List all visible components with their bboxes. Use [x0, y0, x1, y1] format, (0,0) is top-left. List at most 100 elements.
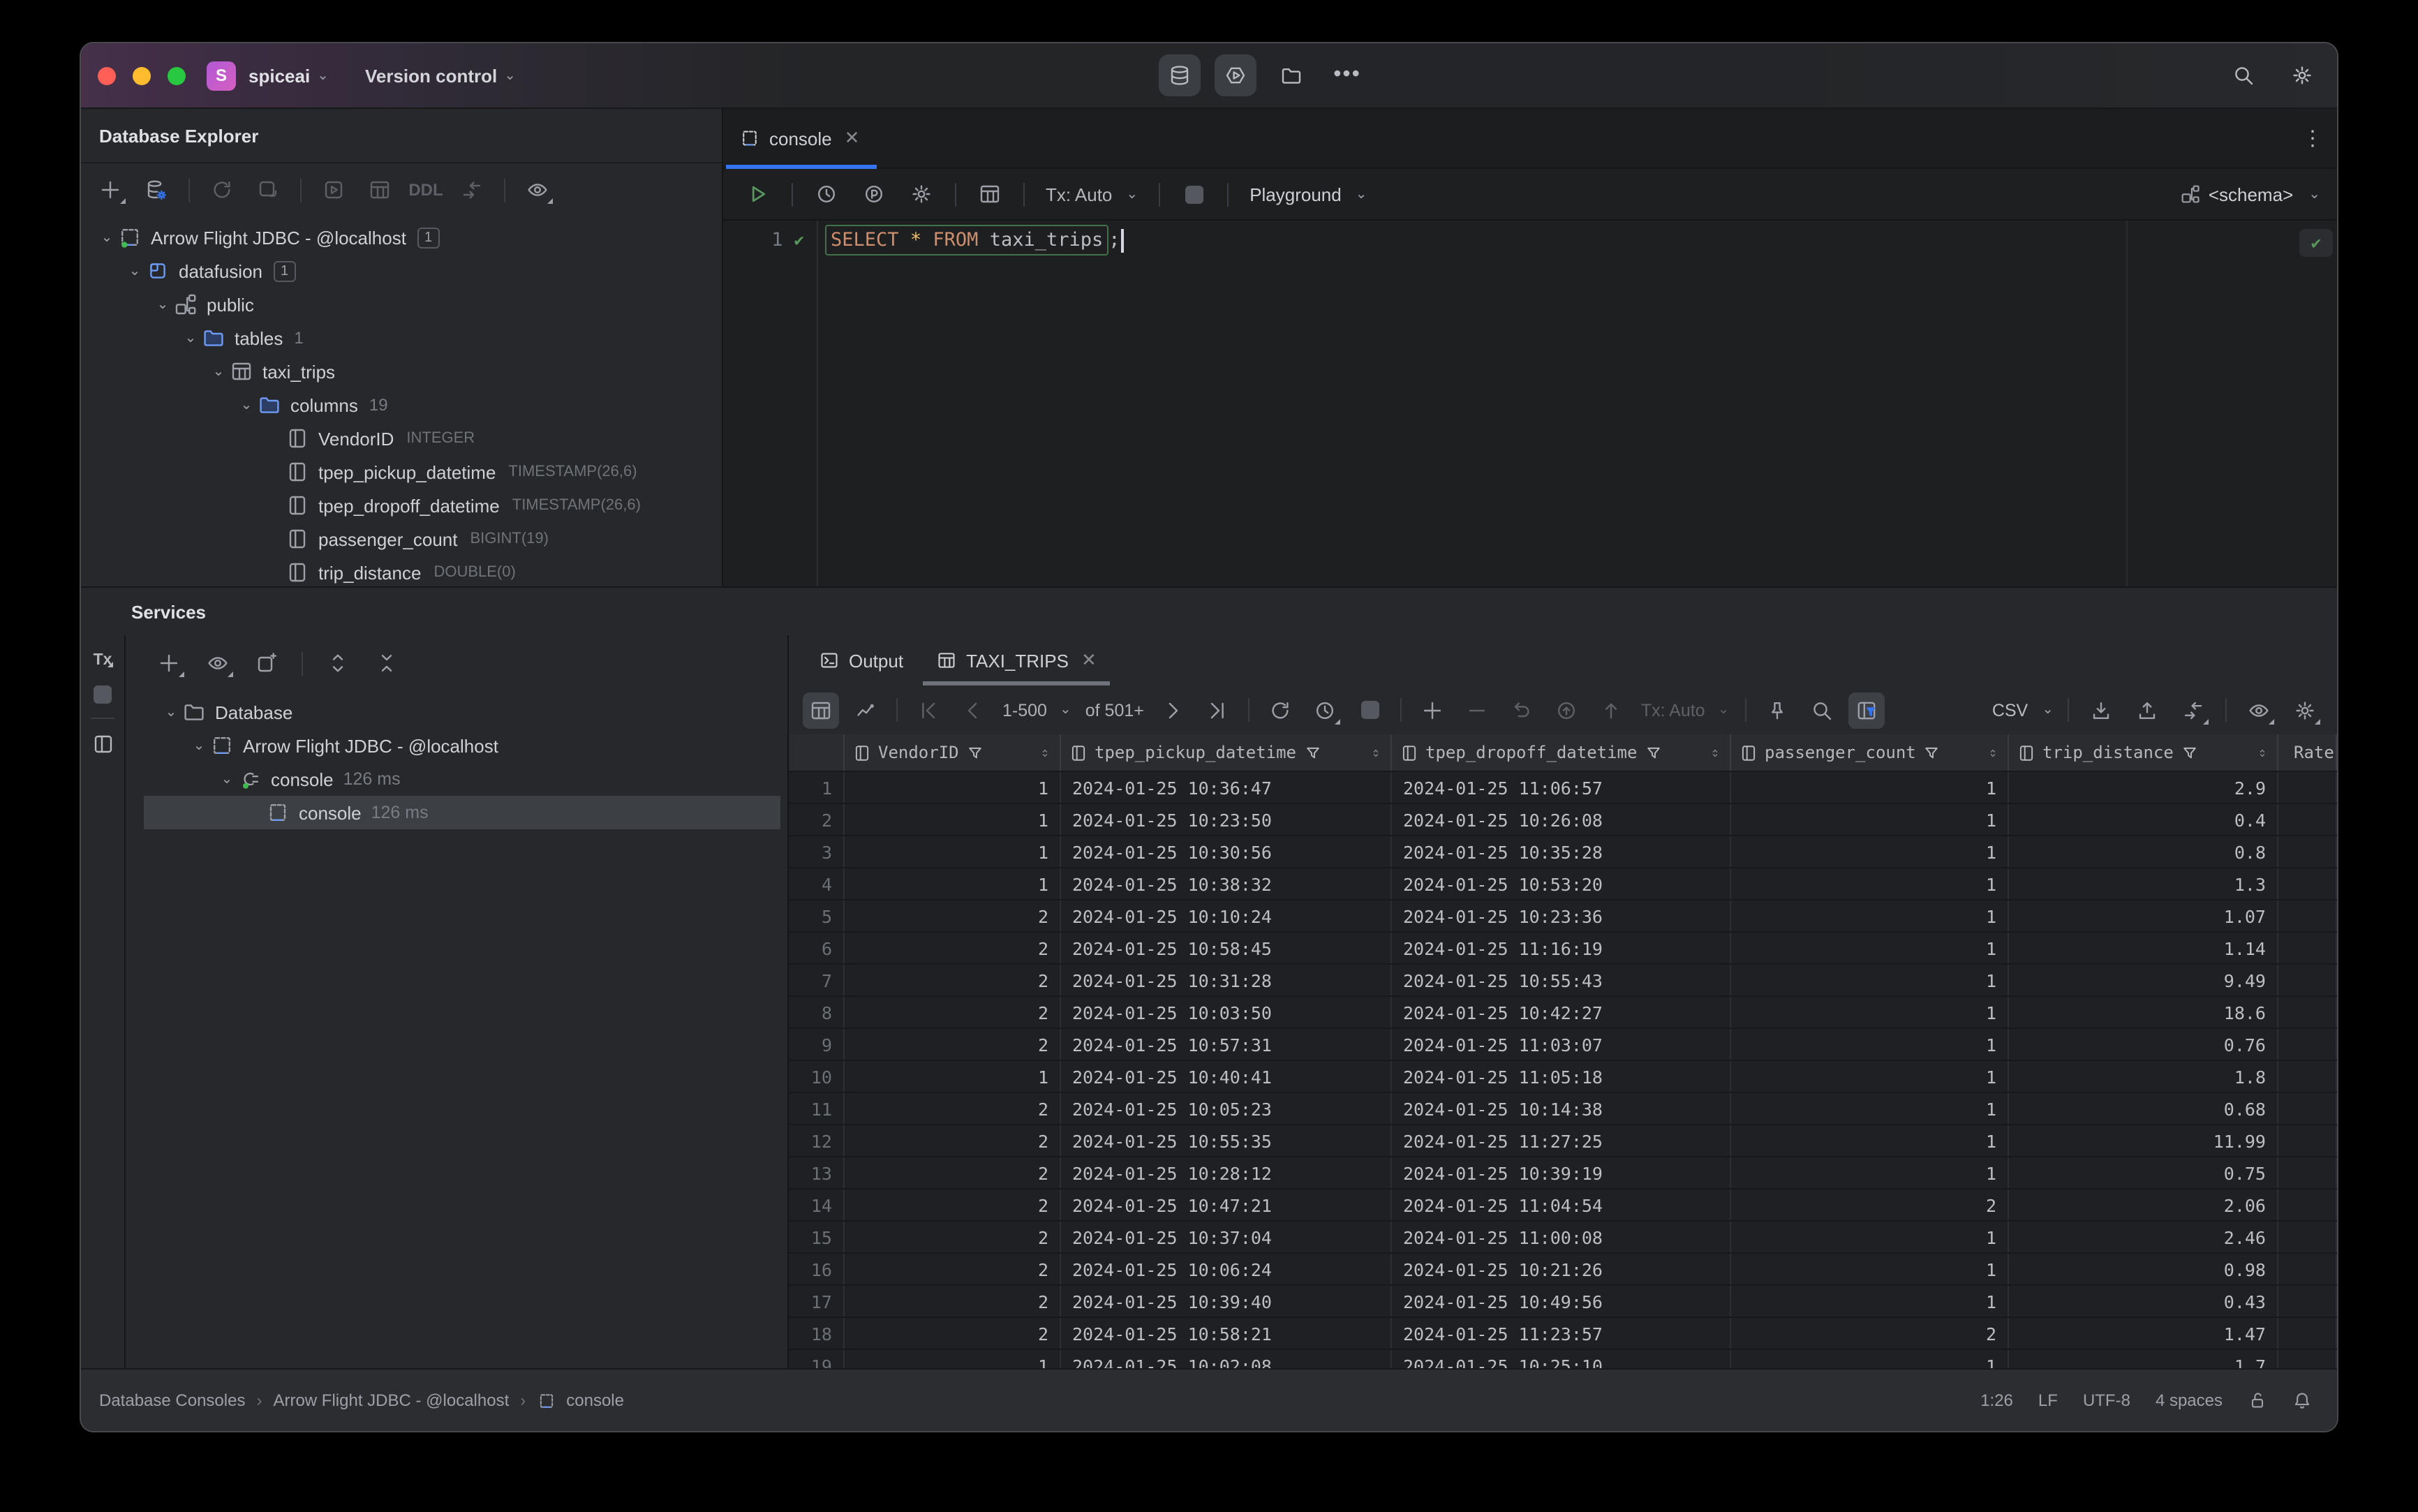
row-number-cell[interactable]: 12 — [789, 1125, 845, 1156]
table-cell[interactable]: 2024-01-25 10:55:43 — [1392, 965, 1731, 995]
caret-position-widget[interactable]: 1:26 — [1980, 1391, 2013, 1410]
table-cell[interactable] — [2278, 900, 2337, 931]
filter-panel-toggle[interactable] — [1848, 692, 1885, 728]
table-cell[interactable]: 1 — [1731, 1222, 2009, 1252]
chevron-down-icon[interactable]: ⌄ — [187, 738, 211, 753]
table-row[interactable]: 9 2 2024-01-25 10:57:31 2024-01-25 11:03:07… — [789, 1029, 2337, 1061]
table-cell[interactable]: 2024-01-25 11:23:57 — [1392, 1318, 1731, 1349]
column-header-passenger-count[interactable]: passenger_count — [1731, 734, 2009, 771]
chevron-down-icon[interactable]: ⌄ — [207, 364, 230, 379]
table-cell[interactable]: 2 — [845, 1093, 1061, 1124]
sql-line[interactable]: SELECT * FROM taxi_trips; — [825, 225, 2337, 255]
tab-output[interactable]: Output — [806, 635, 917, 685]
table-cell[interactable]: 2024-01-25 10:23:36 — [1392, 900, 1731, 931]
table-cell[interactable]: 2024-01-25 10:35:28 — [1392, 836, 1731, 867]
table-cell[interactable] — [2278, 1350, 2337, 1368]
export-data-button[interactable] — [2175, 692, 2211, 728]
project-name[interactable]: spiceai — [249, 65, 310, 86]
table-row[interactable]: 10 1 2024-01-25 10:40:41 2024-01-25 11:05:1… — [789, 1061, 2337, 1093]
table-cell[interactable] — [2278, 1254, 2337, 1284]
project-structure-button[interactable] — [1270, 54, 1312, 96]
search-everywhere-button[interactable] — [2223, 54, 2264, 96]
row-number-cell[interactable]: 8 — [789, 997, 845, 1028]
jump-to-console-button[interactable] — [316, 172, 352, 208]
table-row[interactable]: 18 2 2024-01-25 10:58:21 2024-01-25 11:23:5… — [789, 1318, 2337, 1350]
tab-taxi-trips[interactable]: TAXI_TRIPS ✕ — [923, 635, 1111, 685]
table-cell[interactable]: 2024-01-25 10:36:47 — [1061, 772, 1392, 803]
table-cell[interactable]: 2024-01-25 10:05:23 — [1061, 1093, 1392, 1124]
table-cell[interactable]: 1 — [845, 772, 1061, 803]
table-cell[interactable]: 2024-01-25 10:49:56 — [1392, 1286, 1731, 1317]
row-number-cell[interactable]: 18 — [789, 1318, 845, 1349]
bell-icon[interactable] — [2292, 1391, 2312, 1410]
table-cell[interactable]: 2 — [845, 1318, 1061, 1349]
tree-item-trip-distance[interactable]: trip_distance DOUBLE(0) — [81, 556, 722, 586]
table-cell[interactable]: 0.4 — [2009, 804, 2278, 835]
table-cell[interactable]: 2024-01-25 10:53:20 — [1392, 868, 1731, 899]
tree-item-vendorid[interactable]: VendorID INTEGER — [81, 422, 722, 455]
table-cell[interactable]: 2024-01-25 11:16:19 — [1392, 933, 1731, 963]
table-cell[interactable]: 2 — [845, 1125, 1061, 1156]
table-cell[interactable]: 0.43 — [2009, 1286, 2278, 1317]
refresh-button[interactable] — [204, 172, 240, 208]
chevron-down-icon[interactable]: ⌄ — [235, 397, 258, 413]
sort-icon[interactable] — [1709, 743, 1721, 762]
table-cell[interactable]: 1 — [1731, 997, 2009, 1028]
table-cell[interactable]: 2024-01-25 10:40:41 — [1061, 1061, 1392, 1092]
line-separator-widget[interactable]: LF — [2038, 1391, 2058, 1410]
table-cell[interactable]: 1.47 — [2009, 1318, 2278, 1349]
table-cell[interactable]: 11.99 — [2009, 1125, 2278, 1156]
table-cell[interactable] — [2278, 1093, 2337, 1124]
table-cell[interactable] — [2278, 1286, 2337, 1317]
stop-icon[interactable] — [94, 685, 112, 704]
table-cell[interactable]: 1.07 — [2009, 900, 2278, 931]
tree-item-public[interactable]: ⌄ public — [81, 288, 722, 321]
table-cell[interactable]: 0.98 — [2009, 1254, 2278, 1284]
chart-view-toggle[interactable] — [847, 692, 884, 728]
column-header-rate[interactable]: Rate — [2278, 734, 2337, 771]
table-cell[interactable]: 2024-01-25 11:27:25 — [1392, 1125, 1731, 1156]
layout-icon[interactable] — [91, 733, 114, 755]
grid-corner-cell[interactable] — [789, 734, 845, 771]
tree-item-tables[interactable]: ⌄ tables 1 — [81, 321, 722, 355]
export-format-dropdown[interactable]: CSV ⌄ — [1992, 700, 2054, 720]
column-header-tpep-dropoff-datetime[interactable]: tpep_dropoff_datetime — [1392, 734, 1731, 771]
grid-tx-dropdown[interactable]: Tx: Auto ⌄ — [1638, 700, 1733, 720]
table-cell[interactable]: 2 — [845, 997, 1061, 1028]
breadcrumb-item[interactable]: Database Consoles — [99, 1391, 245, 1410]
row-number-cell[interactable]: 14 — [789, 1189, 845, 1220]
table-cell[interactable]: 0.75 — [2009, 1157, 2278, 1188]
page-range-dropdown[interactable]: 1-500 ⌄ — [1000, 700, 1074, 720]
table-row[interactable]: 1 1 2024-01-25 10:36:47 2024-01-25 11:06:57… — [789, 772, 2337, 804]
table-cell[interactable]: 1 — [1731, 804, 2009, 835]
revert-button[interactable] — [1504, 692, 1541, 728]
filter-funnel-icon[interactable] — [1303, 743, 1321, 762]
first-page-button[interactable] — [910, 692, 947, 728]
table-cell[interactable]: 1 — [1731, 1093, 2009, 1124]
row-number-cell[interactable]: 10 — [789, 1061, 845, 1092]
table-row[interactable]: 19 1 2024-01-25 10:02:08 2024-01-25 10:25:1… — [789, 1350, 2337, 1368]
indent-widget[interactable]: 4 spaces — [2156, 1391, 2223, 1410]
table-cell[interactable] — [2278, 1222, 2337, 1252]
table-cell[interactable]: 1 — [1731, 1286, 2009, 1317]
table-cell[interactable]: 2024-01-25 10:25:10 — [1392, 1350, 1731, 1368]
table-cell[interactable]: 2024-01-25 10:58:45 — [1061, 933, 1392, 963]
commit-button[interactable] — [1549, 692, 1585, 728]
table-cell[interactable]: 2.06 — [2009, 1189, 2278, 1220]
table-row[interactable]: 15 2 2024-01-25 10:37:04 2024-01-25 11:00:0… — [789, 1222, 2337, 1254]
column-header-trip-distance[interactable]: trip_distance — [2009, 734, 2278, 771]
table-cell[interactable]: 2024-01-25 10:42:27 — [1392, 997, 1731, 1028]
table-row[interactable]: 13 2 2024-01-25 10:28:12 2024-01-25 10:39:1… — [789, 1157, 2337, 1189]
collapse-all-button[interactable] — [369, 645, 405, 681]
tree-item-passenger-count[interactable]: passenger_count BIGINT(19) — [81, 522, 722, 556]
table-cell[interactable]: 2 — [1731, 1189, 2009, 1220]
schema-dropdown[interactable]: <schema> ⌄ — [2181, 184, 2320, 205]
table-cell[interactable]: 2024-01-25 10:10:24 — [1061, 900, 1392, 931]
filter-funnel-icon[interactable] — [1923, 743, 1941, 762]
row-number-cell[interactable]: 17 — [789, 1286, 845, 1317]
table-cell[interactable]: 2024-01-25 10:28:12 — [1061, 1157, 1392, 1188]
table-cell[interactable] — [2278, 836, 2337, 867]
table-row[interactable]: 6 2 2024-01-25 10:58:45 2024-01-25 11:16:19… — [789, 933, 2337, 965]
last-page-button[interactable] — [1200, 692, 1236, 728]
table-row[interactable]: 7 2 2024-01-25 10:31:28 2024-01-25 10:55:43… — [789, 965, 2337, 997]
